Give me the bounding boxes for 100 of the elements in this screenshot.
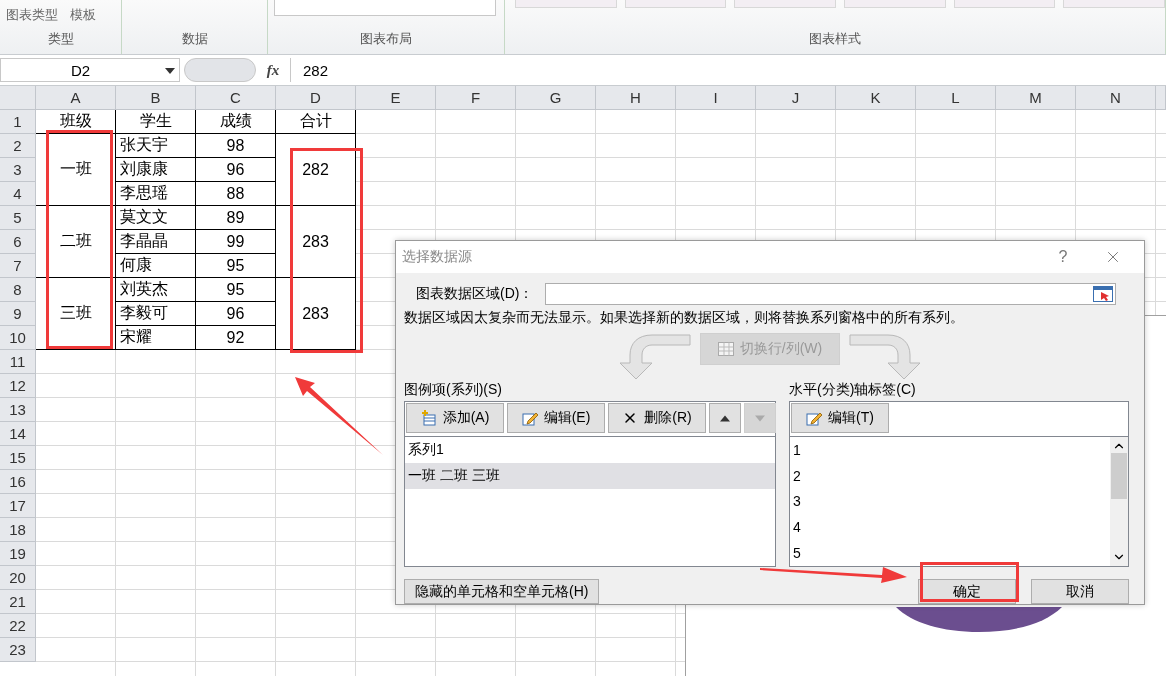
ribbon-command[interactable]: 模板	[70, 6, 96, 24]
table-cell: 成绩	[196, 110, 276, 134]
row-header[interactable]: 14	[0, 422, 36, 446]
axis-label-item[interactable]: 2	[790, 462, 1110, 489]
column-header[interactable]: H	[596, 86, 676, 110]
group-label: 图表样式	[808, 30, 862, 48]
column-header[interactable]: A	[36, 86, 116, 110]
edit-button[interactable]: 编辑(E)	[507, 403, 605, 433]
row-header[interactable]: 18	[0, 518, 36, 542]
chart-style-thumbnail[interactable]	[624, 0, 727, 8]
column-header[interactable]: J	[756, 86, 836, 110]
name-box[interactable]: D2	[0, 58, 180, 82]
axis-label-item[interactable]: 1	[790, 437, 1110, 463]
column-header[interactable]: L	[916, 86, 996, 110]
up-triangle-icon	[720, 414, 730, 422]
column-header[interactable]: D	[276, 86, 356, 110]
collapse-dialog-icon	[1093, 286, 1113, 302]
axis-label-item[interactable]: 5	[790, 540, 1110, 566]
select-all-button[interactable]	[0, 86, 36, 110]
table-cell: 刘英杰	[116, 278, 196, 302]
chart-style-thumbnail[interactable]	[734, 0, 836, 8]
column-header[interactable]: B	[116, 86, 196, 110]
row-header[interactable]: 19	[0, 542, 36, 566]
help-button[interactable]: ?	[1038, 242, 1088, 272]
table-cell: 李思瑶	[116, 182, 196, 206]
row-header[interactable]: 22	[0, 614, 36, 638]
ribbon-command[interactable]: 图表类型	[6, 6, 58, 24]
row-header[interactable]: 3	[0, 158, 36, 182]
row-header[interactable]: 5	[0, 206, 36, 230]
cancel-button[interactable]: 取消	[1031, 579, 1129, 604]
scrollbar[interactable]	[1110, 437, 1128, 566]
chart-style-thumbnail[interactable]	[953, 0, 1056, 8]
column-header[interactable]: M	[996, 86, 1076, 110]
row-header[interactable]: 2	[0, 134, 36, 158]
table-cell: 282	[276, 134, 356, 206]
group-label: 类型	[46, 30, 75, 48]
column-header[interactable]: C	[196, 86, 276, 110]
table-cell: 李毅可	[116, 302, 196, 326]
table-cell: 99	[196, 230, 276, 254]
column-header[interactable]: E	[356, 86, 436, 110]
row-header[interactable]: 9	[0, 302, 36, 326]
column-header[interactable]: F	[436, 86, 516, 110]
row-header[interactable]: 1	[0, 110, 36, 134]
series-item[interactable]: 一班 二班 三班	[405, 463, 775, 489]
info-text: 数据区域因太复杂而无法显示。如果选择新的数据区域，则将替换系列窗格中的所有系列。	[404, 309, 965, 327]
table-cell: 98	[196, 134, 276, 158]
table-cell: 283	[276, 206, 356, 278]
row-header[interactable]: 21	[0, 590, 36, 614]
formula-bar-handle[interactable]	[184, 58, 256, 82]
range-label: 图表数据区域(D)：	[416, 285, 534, 303]
row-header[interactable]: 8	[0, 278, 36, 302]
add-button[interactable]: 添加(A)	[406, 403, 504, 433]
table-cell: 92	[196, 326, 276, 350]
table-cell: 刘康康	[116, 158, 196, 182]
row-header[interactable]: 7	[0, 254, 36, 278]
series-item[interactable]: 系列1	[405, 437, 775, 463]
column-header[interactable]: I	[676, 86, 756, 110]
panel-label: 水平(分类)轴标签(C)	[789, 381, 917, 399]
row-header[interactable]: 10	[0, 326, 36, 350]
edit-button[interactable]: 编辑(T)	[791, 403, 889, 433]
row-header[interactable]: 20	[0, 566, 36, 590]
row-header[interactable]: 4	[0, 182, 36, 206]
table-cell: 二班	[36, 206, 116, 278]
down-triangle-icon	[755, 414, 765, 422]
insert-function-button[interactable]: fx	[260, 61, 286, 79]
table-cell: 张天宇	[116, 134, 196, 158]
table-cell: 96	[196, 302, 276, 326]
layout-gallery[interactable]	[274, 0, 496, 16]
column-header[interactable]	[1156, 86, 1166, 110]
range-field[interactable]	[545, 283, 1116, 305]
axis-label-item[interactable]: 4	[790, 514, 1110, 541]
scroll-thumb[interactable]	[1111, 453, 1127, 499]
group-label: 数据	[180, 30, 209, 48]
chart-style-thumbnail[interactable]	[844, 0, 946, 8]
row-header[interactable]: 15	[0, 446, 36, 470]
chart-style-thumbnail[interactable]	[515, 0, 617, 8]
column-header[interactable]: G	[516, 86, 596, 110]
row-header[interactable]: 11	[0, 350, 36, 374]
hidden-cells-button[interactable]: 隐藏的单元格和空单元格(H)	[404, 579, 600, 604]
move-up-button[interactable]	[709, 403, 741, 433]
row-header[interactable]: 13	[0, 398, 36, 422]
row-header[interactable]: 23	[0, 638, 36, 662]
column-header[interactable]: K	[836, 86, 916, 110]
row-header[interactable]: 12	[0, 374, 36, 398]
axis-label-item[interactable]: 3	[790, 488, 1110, 515]
table-cell: 95	[196, 254, 276, 278]
dropdown-caret-icon	[165, 68, 175, 74]
table-cell: 88	[196, 182, 276, 206]
table-cell: 莫文文	[116, 206, 196, 230]
column-header[interactable]: N	[1076, 86, 1156, 110]
table-icon	[717, 342, 734, 356]
chart-style-thumbnail[interactable]	[1063, 0, 1166, 8]
table-cell: 一班	[36, 134, 116, 206]
group-label: 图表布局	[359, 30, 413, 48]
row-header[interactable]: 16	[0, 470, 36, 494]
table-cell: 95	[196, 278, 276, 302]
row-header[interactable]: 6	[0, 230, 36, 254]
delete-button[interactable]: 删除(R)	[608, 403, 706, 433]
row-header[interactable]: 17	[0, 494, 36, 518]
formula-input[interactable]: 282	[290, 58, 1166, 82]
